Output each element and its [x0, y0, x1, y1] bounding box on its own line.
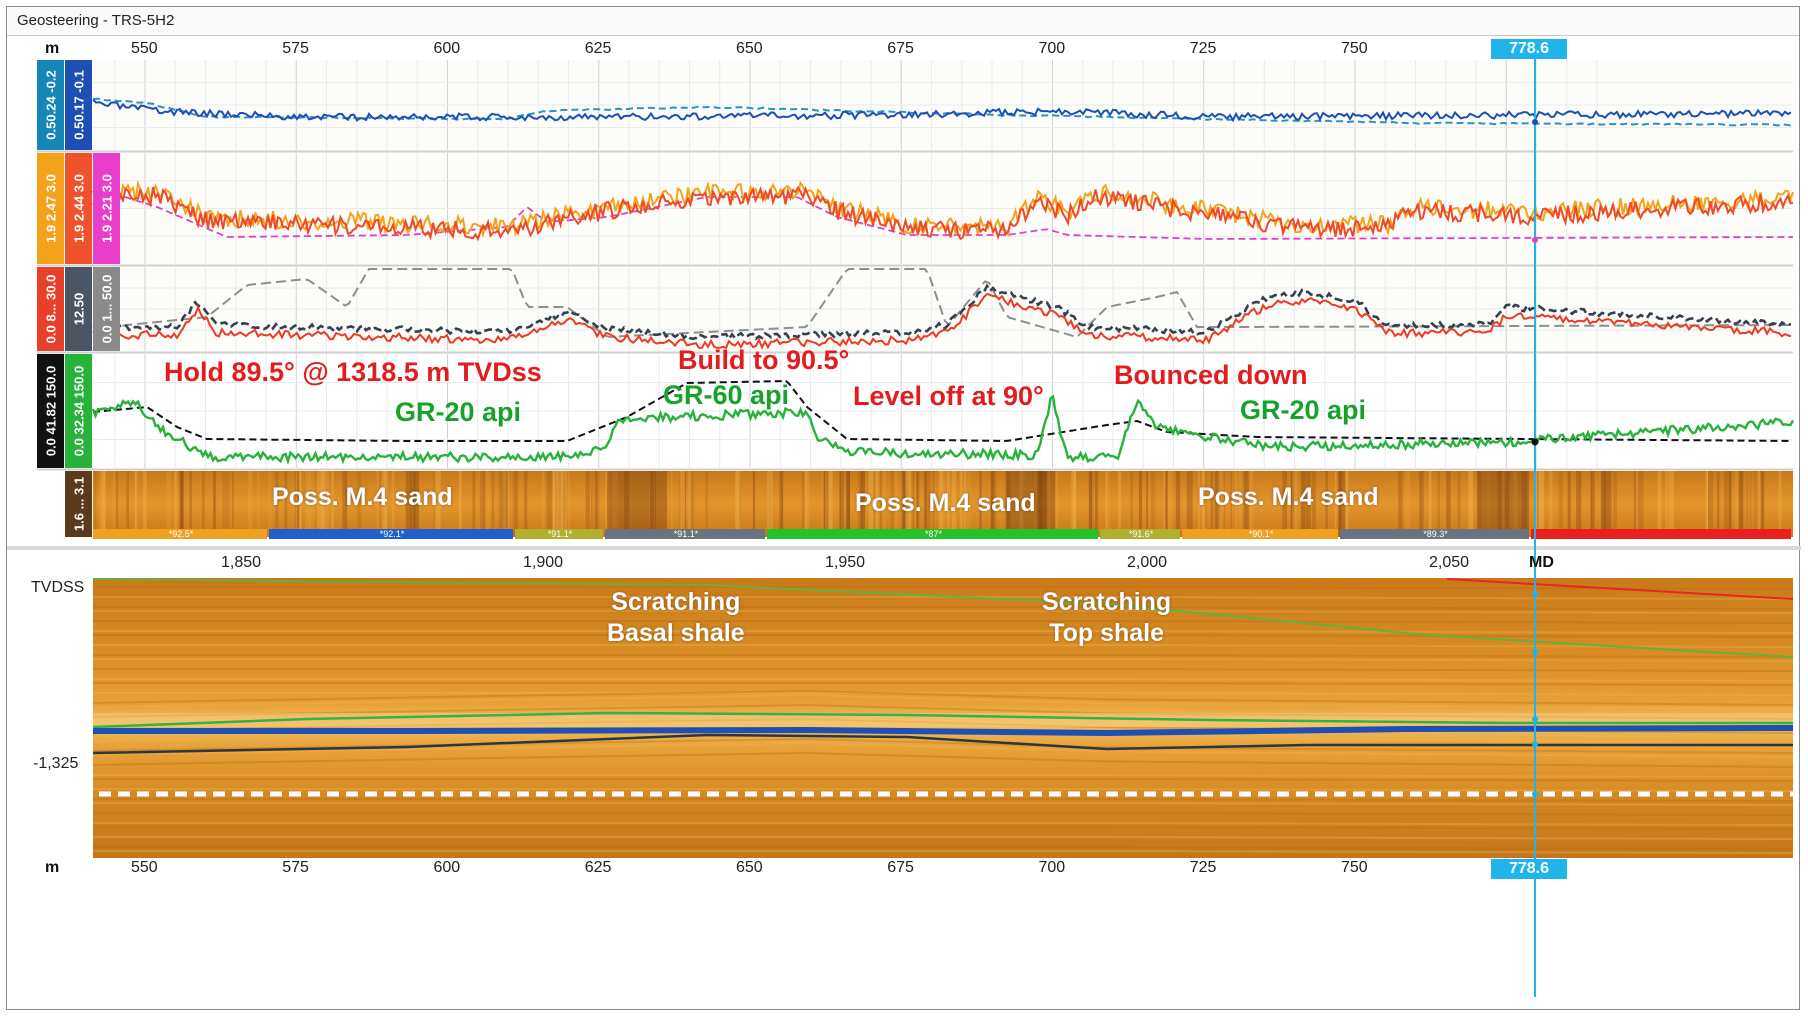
md-axis-label: MD	[1529, 554, 1554, 571]
annotation-level-off: Level off at 90°	[853, 381, 1044, 411]
bottom-axis-tick: 725	[1189, 859, 1217, 876]
top-axis-tick: 625	[584, 40, 612, 57]
dip-segment-label: *92.1*	[380, 529, 405, 539]
bottom-axis-tick: 575	[282, 859, 309, 876]
bottom-axis-tick: 625	[584, 859, 612, 876]
track4-scale-chip[interactable]: 0.0 41.82 150.0	[37, 354, 64, 468]
top-axis-tick: 600	[433, 40, 461, 57]
track3-scale-chip[interactable]: 12.50	[65, 267, 92, 351]
track2-scale-chip[interactable]: 1.9 2.47 3.0	[37, 153, 64, 264]
track5-scale-text: 1.6 ... 3.1	[72, 477, 87, 531]
bottom-axis-tick: 675	[887, 859, 914, 876]
bottom-axis-tick: 700	[1038, 859, 1066, 876]
annotation-top-shale: Scratching Top shale	[1042, 588, 1172, 647]
top-axis-tick: 575	[282, 40, 309, 57]
annotation-hold: Hold 89.5° @ 1318.5 m TVDss	[164, 357, 542, 387]
track1-scale-chip[interactable]: 0.50.17 -0.1	[65, 60, 92, 150]
annotation-sand-middle: Poss. M.4 sand	[855, 489, 1036, 517]
bottom-axis-tick: 650	[736, 859, 763, 876]
bottom-axis-tick: 750	[1341, 859, 1368, 876]
annotation-sand-right: Poss. M.4 sand	[1198, 483, 1379, 511]
track3-scale-text: 0.0 8... 30.0	[44, 275, 59, 344]
top-axis-tick: 550	[131, 40, 158, 57]
dip-segment[interactable]: *89.3*	[1340, 529, 1529, 539]
dip-segment[interactable]: *87*	[767, 529, 1098, 539]
track4-scale-text: 0.0 41.82 150.0	[44, 366, 59, 456]
track3-scale-chip[interactable]: 0.0 8... 30.0	[37, 267, 64, 351]
md-axis-tick: 1,850	[221, 554, 262, 571]
annotation-gr20-left: GR-20 api	[395, 397, 522, 427]
dip-segment[interactable]: *90.1*	[1182, 529, 1338, 539]
geosteering-window: Geosteering - TRS-5H2 0.50.24 -0.2 0.50.…	[6, 6, 1801, 1010]
top-axis-tick: 650	[736, 40, 763, 57]
top-cursor-value[interactable]: 778.6	[1491, 39, 1567, 59]
track2-scale-chip[interactable]: 1.9 2.44 3.0	[65, 153, 92, 264]
dip-segment[interactable]: *91.6*	[1100, 529, 1180, 539]
dip-segment-label: *87*	[925, 529, 943, 539]
annotation-build: Build to 90.5°	[678, 345, 850, 375]
section-y-label: TVDSS	[31, 579, 85, 596]
dip-segment-label: *89.3*	[1423, 529, 1448, 539]
bottom-axis-tick: 550	[131, 859, 158, 876]
track3-scale-chip[interactable]: 0.0 1... 50.0	[93, 267, 120, 351]
dip-segment[interactable]	[1531, 529, 1791, 539]
md-axis-tick: 1,900	[523, 554, 564, 571]
top-axis-tick: 675	[887, 40, 914, 57]
annotation-gr20-right: GR-20 api	[1240, 395, 1367, 425]
dip-segment-label: *90.1*	[1249, 529, 1274, 539]
dip-segment-label: *91.1*	[548, 529, 573, 539]
dip-segment-label: *91.6*	[1129, 529, 1154, 539]
dip-segment[interactable]: *92.1*	[269, 529, 513, 539]
track1-scale-chip[interactable]: 0.50.24 -0.2	[37, 60, 64, 150]
dip-segment[interactable]: *91.1*	[605, 529, 765, 539]
track1-scale-text: 0.50.17 -0.1	[72, 70, 87, 139]
dip-segment[interactable]: *92.5*	[93, 529, 267, 539]
top-axis-tick: 700	[1038, 40, 1066, 57]
top-axis-unit: m	[45, 40, 60, 57]
track5-scale-chip[interactable]: 1.6 ... 3.1	[65, 471, 92, 537]
dip-segment-label: *91.1*	[674, 529, 699, 539]
top-axis-tick: 725	[1189, 40, 1217, 57]
track3-scale-text: 12.50	[72, 293, 87, 326]
annotation-gr60: GR-60 api	[663, 380, 790, 410]
bottom-axis-tick: 600	[433, 859, 461, 876]
track2-scale-text: 1.9 2.21 3.0	[100, 174, 115, 243]
bottom-axis-unit: m	[45, 859, 60, 876]
bottom-cursor-value[interactable]: 778.6	[1491, 859, 1567, 879]
dip-segment-label: *92.5*	[169, 529, 194, 539]
md-axis-tick: 2,050	[1429, 554, 1470, 571]
dip-segment-bar[interactable]: *92.5* *92.1* *91.1* *91.1* *87* *91.6* *90.1*…	[93, 529, 1791, 539]
track2-scale-text: 1.9 2.47 3.0	[44, 174, 59, 243]
annotation-bounced-down: Bounced down	[1114, 360, 1308, 390]
annotation-basal-shale: Scratching Basal shale	[607, 588, 745, 647]
track4-scale-text: 0.0 32.34 150.0	[72, 366, 87, 456]
dip-segment[interactable]: *91.1*	[515, 529, 603, 539]
track4-scale-chip[interactable]: 0.0 32.34 150.0	[65, 354, 92, 468]
track2-scale-text: 1.9 2.44 3.0	[72, 174, 87, 243]
annotation-sand-left: Poss. M.4 sand	[272, 483, 453, 511]
track2-scale-chip[interactable]: 1.9 2.21 3.0	[93, 153, 120, 264]
section-y-tick: -1,325	[33, 755, 79, 772]
md-axis-tick: 2,000	[1127, 554, 1168, 571]
top-axis-tick: 750	[1341, 40, 1368, 57]
track1-scale-text: 0.50.24 -0.2	[44, 70, 59, 139]
track3-scale-text: 0.0 1... 50.0	[100, 275, 115, 344]
md-axis-tick: 1,950	[825, 554, 866, 571]
